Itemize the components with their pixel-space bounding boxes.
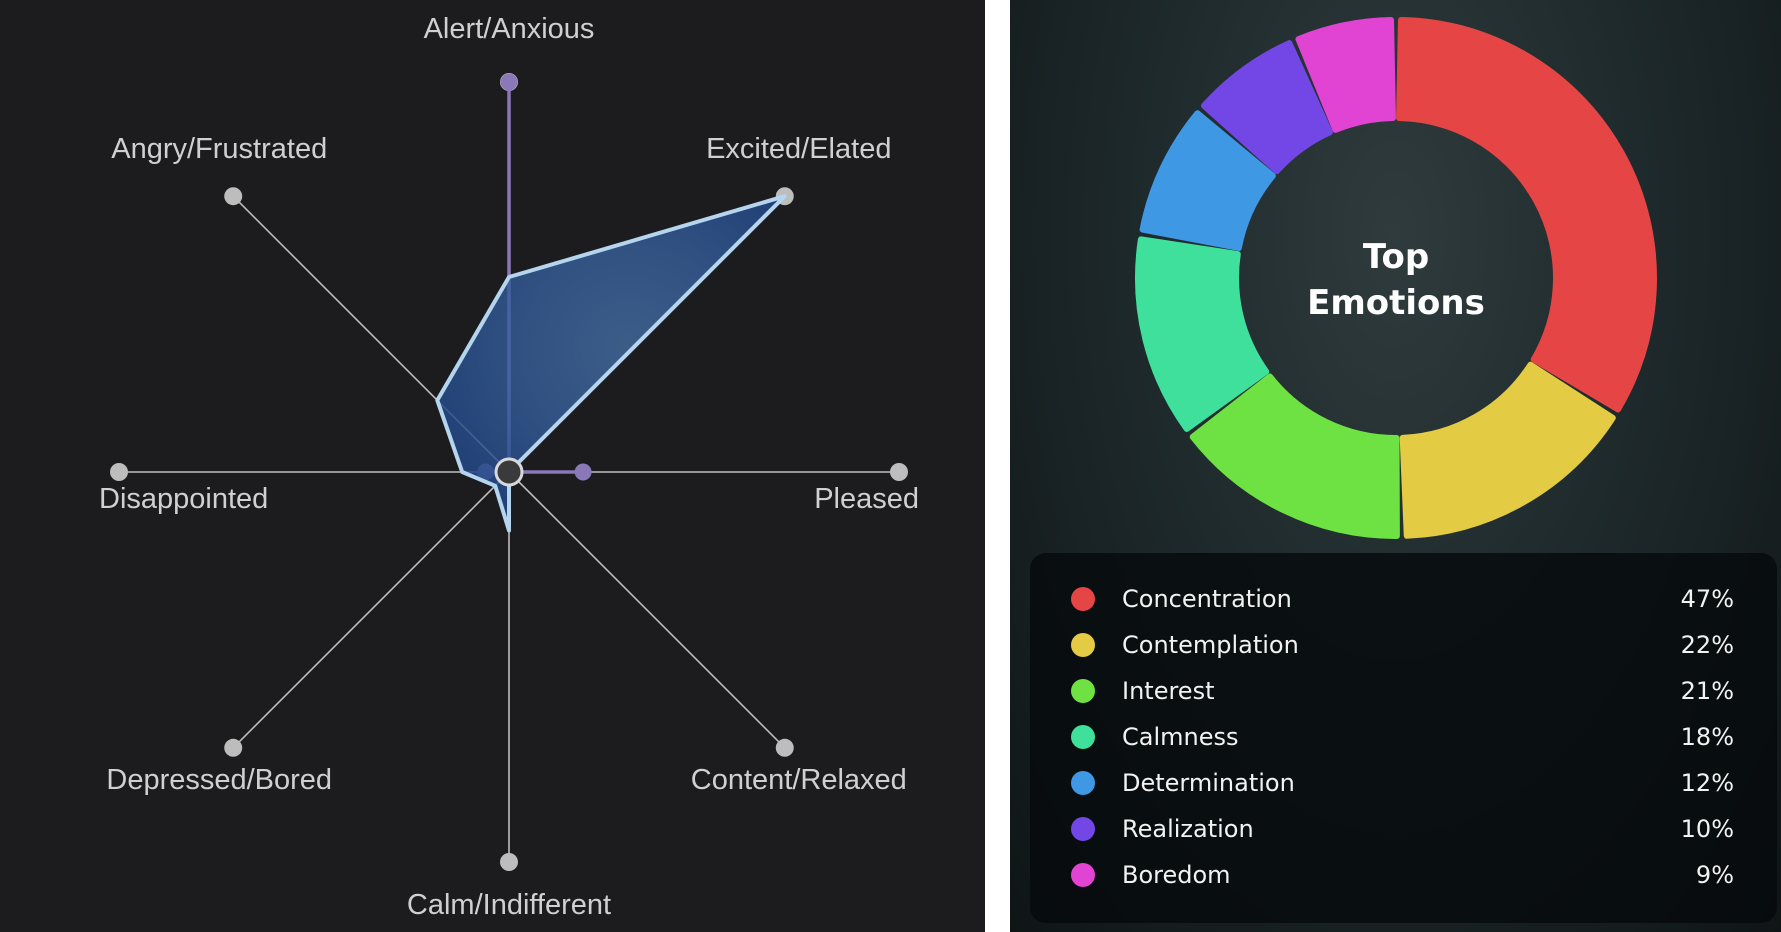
legend-swatch — [1071, 863, 1095, 887]
legend-label: Realization — [1122, 815, 1254, 843]
donut-slice — [1396, 17, 1657, 413]
legend-value: 22% — [1680, 631, 1734, 659]
legend-value: 47% — [1680, 585, 1734, 613]
legend-row: Realization 10% — [1030, 809, 1777, 849]
radar-axis-label: Excited/Elated — [706, 133, 891, 165]
radar-axis-line — [508, 471, 786, 749]
radar-axis-endpoint — [775, 738, 794, 757]
radar-series-point — [500, 73, 518, 91]
radar-axis-label: Content/Relaxed — [691, 764, 907, 796]
top-emotions-panel: Top Emotions Concentration 47% Contempla… — [1010, 0, 1781, 932]
legend-value: 21% — [1680, 677, 1734, 705]
radar-axis-endpoint — [224, 738, 243, 757]
radar-axis-endpoint — [500, 853, 518, 871]
legend-row: Concentration 47% — [1030, 579, 1777, 619]
legend-row: Contemplation 22% — [1030, 625, 1777, 665]
radar-axis-endpoint — [890, 463, 908, 481]
legend-label: Concentration — [1122, 585, 1292, 613]
radar-chart: Alert/Anxious Excited/Elated Pleased Conten… — [99, 13, 919, 921]
legend-row: Boredom 9% — [1030, 855, 1777, 895]
radar-axis-endpoint — [224, 187, 243, 206]
legend-label: Boredom — [1122, 861, 1231, 889]
legend-label: Calmness — [1122, 723, 1239, 751]
radar-axis-endpoint — [110, 463, 128, 481]
radar-series-point — [574, 463, 592, 481]
donut-center-title-line-2: Emotions — [1307, 283, 1485, 323]
legend-label: Contemplation — [1122, 631, 1299, 659]
donut-center-title-line-1: Top — [1363, 237, 1429, 277]
radar-axis-label: Depressed/Bored — [106, 764, 332, 796]
emotions-legend: Concentration 47% Contemplation 22% Inte… — [1030, 553, 1777, 923]
radar-axis-label: Disappointed — [99, 483, 268, 515]
radar-chart-panel: Alert/Anxious Excited/Elated Pleased Conten… — [0, 0, 985, 932]
radar-axis-label: Pleased — [814, 483, 919, 515]
legend-swatch — [1071, 725, 1095, 749]
legend-value: 12% — [1680, 769, 1734, 797]
legend-label: Interest — [1122, 677, 1215, 705]
legend-swatch — [1071, 587, 1095, 611]
legend-swatch — [1071, 679, 1095, 703]
legend-value: 9% — [1695, 861, 1734, 889]
radar-center-marker — [494, 457, 524, 487]
legend-swatch — [1071, 817, 1095, 841]
legend-swatch — [1071, 633, 1095, 657]
donut-chart: Top Emotions — [1135, 17, 1657, 539]
legend-value: 10% — [1680, 815, 1734, 843]
legend-row: Interest 21% — [1030, 671, 1777, 711]
legend-row: Calmness 18% — [1030, 717, 1777, 757]
radar-series-polygon — [435, 194, 787, 533]
legend-swatch — [1071, 771, 1095, 795]
radar-axis-label: Angry/Frustrated — [111, 133, 327, 165]
legend-label: Determination — [1122, 769, 1295, 797]
radar-axis-line — [232, 471, 510, 749]
radar-axis-label: Calm/Indifferent — [407, 889, 611, 921]
legend-row: Determination 12% — [1030, 763, 1777, 803]
radar-axis-label: Alert/Anxious — [424, 13, 595, 45]
legend-value: 18% — [1680, 723, 1734, 751]
